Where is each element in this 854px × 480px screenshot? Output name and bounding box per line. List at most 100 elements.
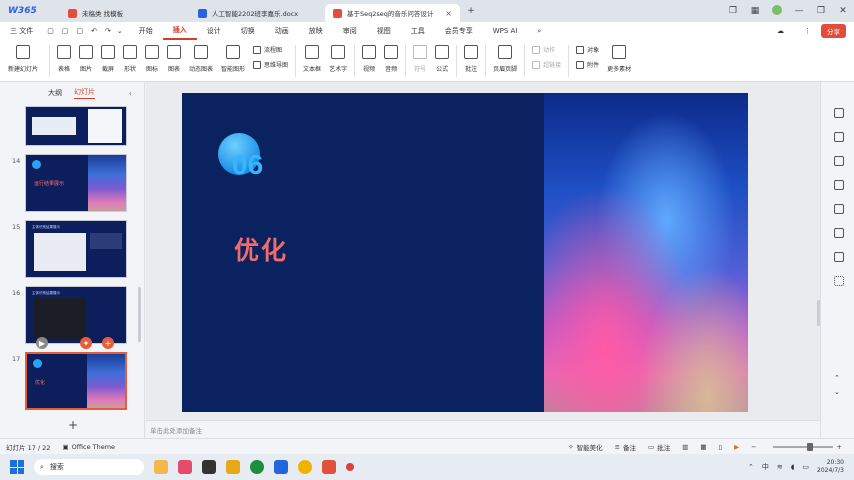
slide-thumbnail[interactable] — [25, 106, 127, 146]
normal-view-icon[interactable]: ▥ — [682, 443, 688, 451]
windows-start-icon[interactable] — [10, 460, 24, 474]
canvas-scrollbar[interactable] — [817, 300, 820, 326]
file-menu[interactable]: 三 文件 — [0, 22, 43, 40]
zoom-in-icon[interactable]: + — [837, 443, 842, 451]
hyperlink-button[interactable]: 超链接 — [532, 60, 561, 69]
notes-toggle[interactable]: ≡ 备注 — [615, 442, 636, 452]
shapes-icon[interactable] — [834, 228, 844, 238]
close-tab-icon[interactable]: × — [445, 9, 452, 18]
more-materials-button[interactable]: 更多素材 — [603, 43, 635, 73]
minimize-button[interactable]: — — [788, 6, 810, 16]
theme-name[interactable]: ▣ Office Theme — [62, 443, 115, 451]
mindmap-button[interactable]: 思维导图 — [253, 60, 288, 69]
more-chevron-icon[interactable]: ⌄ — [115, 22, 129, 40]
collapse-panel-icon[interactable]: ‹ — [129, 89, 132, 98]
new-slide-button[interactable]: 新建幻灯片 — [0, 43, 46, 73]
ime-indicator[interactable]: 中 — [762, 462, 769, 472]
sorter-view-icon[interactable]: ▦ — [700, 443, 706, 451]
wps-logo[interactable]: W365 — [0, 0, 60, 22]
header-footer-button[interactable]: 页眉页脚 — [489, 43, 521, 73]
more-icon[interactable] — [834, 276, 844, 286]
menu-design[interactable]: 设计 — [197, 22, 231, 40]
smart-graphic-button[interactable]: 智能图形 — [217, 43, 249, 73]
clock[interactable]: 20:30 2024/7/3 — [817, 459, 844, 475]
taskbar-app-icon[interactable] — [274, 460, 288, 474]
action-button[interactable]: 动作 — [532, 45, 561, 54]
audio-button[interactable]: 音频 — [380, 43, 402, 73]
slide[interactable]: 06 优化 — [182, 93, 748, 412]
new-slide-plus[interactable]: + — [68, 418, 78, 432]
search-icon[interactable]: ⌕ — [527, 22, 551, 40]
scrollbar[interactable] — [138, 287, 141, 342]
notes-field[interactable]: 单击此处添加备注 — [146, 420, 820, 438]
taskbar-app-icon[interactable] — [298, 460, 312, 474]
slide-thumbnail[interactable]: 主体识别结果展示 — [25, 220, 127, 278]
volume-icon[interactable]: ◖ — [791, 463, 795, 471]
menu-animation[interactable]: 动画 — [265, 22, 299, 40]
video-button[interactable]: 视频 — [358, 43, 380, 73]
edge-browser-icon[interactable] — [250, 460, 264, 474]
tab-slides[interactable]: 幻灯片 — [74, 87, 95, 99]
zoom-slider-knob[interactable] — [807, 442, 814, 451]
maximize-button[interactable]: ❐ — [810, 6, 832, 16]
section-number[interactable]: 06 — [232, 149, 263, 181]
slide-thumbnail[interactable]: 运行结果展示 — [25, 154, 127, 212]
menu-transition[interactable]: 切换 — [231, 22, 265, 40]
icon-button[interactable]: 图标 — [141, 43, 163, 73]
zoom-out-icon[interactable]: − — [751, 443, 756, 451]
formula-button[interactable]: 公式 — [431, 43, 453, 73]
layout-icon[interactable] — [834, 204, 844, 214]
more-icon[interactable]: ⋮ — [794, 22, 821, 40]
wps-app-icon[interactable] — [322, 460, 336, 474]
menu-tools[interactable]: 工具 — [401, 22, 435, 40]
play-button[interactable]: ▶ — [36, 337, 48, 349]
comment-button[interactable]: 批注 — [460, 43, 482, 73]
avatar[interactable] — [766, 4, 788, 18]
slide-title[interactable]: 优化 — [234, 231, 288, 267]
tab-docx[interactable]: 人工智能2202班李嘉乐.docx — [190, 4, 325, 22]
restore-icon[interactable]: ❐ — [722, 6, 744, 16]
tab-template[interactable]: 未稿类 找模板 — [60, 4, 190, 22]
menu-insert[interactable]: 插入 — [162, 22, 197, 40]
image-icon[interactable] — [834, 252, 844, 262]
textbox-button[interactable]: 文本框 — [299, 43, 325, 73]
file-explorer-icon[interactable] — [226, 460, 240, 474]
taskbar-search[interactable]: ⌕ 搜索 — [34, 459, 144, 475]
menu-slideshow[interactable]: 放映 — [299, 22, 333, 40]
close-button[interactable]: ✕ — [832, 6, 854, 16]
picture-button[interactable]: 图片 — [75, 43, 97, 73]
copy-icon[interactable] — [834, 180, 844, 190]
symbol-button[interactable]: 符号 — [409, 43, 431, 73]
tab-ppt[interactable]: 基于Seq2seq的音乐问答设计 × — [325, 4, 460, 22]
scroll-down-icon[interactable]: ⌄ — [834, 388, 844, 398]
taskbar-app-icon[interactable] — [346, 463, 354, 471]
slide-thumbnail-selected[interactable]: 优化 — [25, 352, 127, 410]
menu-member[interactable]: 会员专享 — [435, 22, 483, 40]
new-tab-button[interactable]: + — [460, 6, 482, 16]
add-slide-button[interactable]: + — [102, 337, 114, 349]
attachment-button[interactable]: 附件 — [576, 60, 599, 69]
wordart-button[interactable]: 艺术字 — [325, 43, 351, 73]
redo-arrow-icon[interactable]: ↷ — [101, 22, 115, 40]
grid-icon[interactable]: ▦ — [744, 6, 766, 16]
star-icon[interactable] — [834, 132, 844, 142]
comments-toggle[interactable]: ▭ 批注 — [648, 442, 670, 452]
save-icon[interactable]: ▢ — [58, 22, 73, 40]
adjust-icon[interactable] — [834, 108, 844, 118]
taskbar-app-icon[interactable] — [178, 460, 192, 474]
undo-icon[interactable]: ▢ — [43, 22, 58, 40]
table-button[interactable]: 表格 — [53, 43, 75, 73]
chevron-up-icon[interactable]: ⌃ — [748, 463, 754, 471]
scroll-up-icon[interactable]: ⌃ — [834, 374, 844, 384]
beautify-button[interactable]: ✧ 智能美化 — [568, 442, 602, 452]
tab-outline[interactable]: 大纲 — [48, 88, 62, 98]
shape-button[interactable]: 形状 — [119, 43, 141, 73]
taskbar-app-icon[interactable] — [154, 460, 168, 474]
settings-button[interactable]: ✦ — [80, 337, 92, 349]
menu-view[interactable]: 视图 — [367, 22, 401, 40]
object-button[interactable]: 对象 — [576, 45, 599, 54]
undo-arrow-icon[interactable]: ↶ — [87, 22, 101, 40]
play-slideshow-icon[interactable]: ▶ — [734, 443, 739, 451]
wifi-icon[interactable]: ≋ — [777, 463, 783, 471]
screenshot-button[interactable]: 截屏 — [97, 43, 119, 73]
